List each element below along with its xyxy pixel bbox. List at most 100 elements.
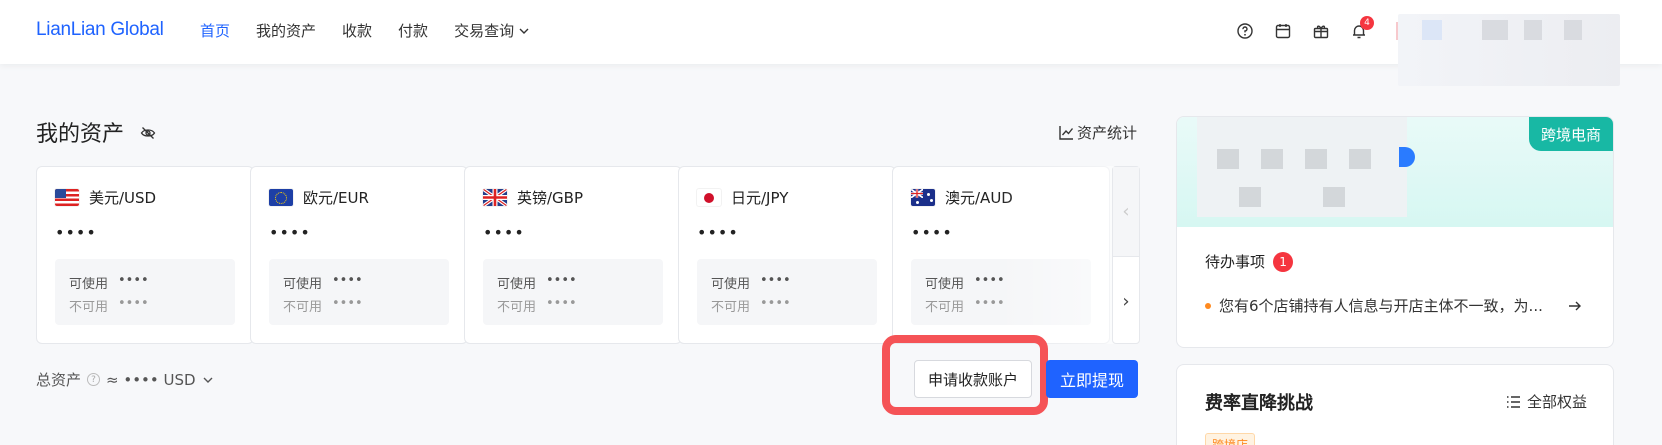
account-info-blurred[interactable] bbox=[1197, 117, 1407, 217]
total-assets-label: 总资产 bbox=[36, 371, 82, 389]
card-scroll-controls: ‹ › bbox=[1112, 166, 1140, 344]
nav-my-assets[interactable]: 我的资产 bbox=[256, 20, 316, 41]
todo-item-text: 您有6个店铺持有人信息与开店主体不一致，为... bbox=[1219, 297, 1543, 315]
nav-pay[interactable]: 付款 bbox=[398, 20, 428, 41]
top-header: LianLian Global 首页 我的资产 收款 付款 交易查询 4 bbox=[0, 0, 1662, 86]
available-label: 可使用 bbox=[497, 277, 537, 292]
currency-card-eur[interactable]: 欧元/EUR •••• 可使用 •••• 不可用 •••• bbox=[250, 166, 468, 344]
chevron-down-icon bbox=[519, 28, 529, 34]
us-flag-icon bbox=[55, 189, 79, 206]
unavailable-value: •••• bbox=[760, 296, 791, 311]
all-benefits-link[interactable]: 全部权益 bbox=[1506, 391, 1587, 412]
help-circle-icon[interactable] bbox=[1236, 22, 1254, 40]
currency-amount: •••• bbox=[697, 223, 739, 242]
currency-card-gbp[interactable]: 英镑/GBP •••• 可使用 •••• 不可用 •••• bbox=[464, 166, 682, 344]
currency-name: 美元/USD bbox=[89, 189, 157, 207]
unavailable-label: 不可用 bbox=[497, 300, 537, 315]
chevron-left-icon: ‹ bbox=[1122, 201, 1130, 222]
available-value: •••• bbox=[546, 273, 577, 288]
promo-panel: 费率直降挑战 全部权益 跨境店 bbox=[1176, 364, 1614, 445]
asset-statistics-link[interactable]: 资产统计 bbox=[1058, 122, 1137, 143]
cross-border-store-tag: 跨境店 bbox=[1205, 433, 1256, 445]
currency-card-usd[interactable]: 美元/USD •••• 可使用 •••• 不可用 •••• bbox=[36, 166, 254, 344]
unavailable-value: •••• bbox=[974, 296, 1005, 311]
unavailable-value: •••• bbox=[118, 296, 149, 311]
cross-border-ecommerce-tag: 跨境电商 bbox=[1528, 117, 1613, 151]
currency-amount: •••• bbox=[269, 223, 311, 242]
unavailable-label: 不可用 bbox=[925, 300, 965, 315]
todo-count-badge: 1 bbox=[1273, 251, 1294, 272]
list-icon bbox=[1506, 395, 1520, 408]
account-panel: 跨境电商 待办事项 1 您有6个店铺持有人信息与开店主体不一致，为... bbox=[1176, 116, 1614, 348]
total-assets-value: ≈ •••• USD bbox=[106, 370, 196, 389]
currency-card-jpy[interactable]: 日元/JPY •••• 可使用 •••• 不可用 •••• bbox=[678, 166, 896, 344]
available-value: •••• bbox=[118, 273, 149, 288]
todo-header: 待办事项 1 bbox=[1205, 251, 1294, 272]
available-value: •••• bbox=[974, 273, 1005, 288]
promo-title: 费率直降挑战 bbox=[1205, 393, 1313, 414]
jp-flag-icon bbox=[697, 189, 721, 206]
balance-breakdown: 可使用 •••• 不可用 •••• bbox=[697, 259, 877, 325]
unavailable-label: 不可用 bbox=[711, 300, 751, 315]
withdraw-now-button[interactable]: 立即提现 bbox=[1046, 360, 1138, 398]
available-label: 可使用 bbox=[283, 277, 323, 292]
balance-breakdown: 可使用 •••• 不可用 •••• bbox=[483, 259, 663, 325]
calendar-icon[interactable] bbox=[1274, 22, 1292, 40]
available-label: 可使用 bbox=[711, 277, 751, 292]
unavailable-label: 不可用 bbox=[69, 300, 109, 315]
unavailable-label: 不可用 bbox=[283, 300, 323, 315]
available-value: •••• bbox=[332, 273, 363, 288]
help-icon[interactable]: ? bbox=[87, 373, 101, 386]
available-label: 可使用 bbox=[925, 277, 965, 292]
currency-name: 日元/JPY bbox=[731, 189, 789, 207]
currency-name: 欧元/EUR bbox=[303, 189, 369, 207]
nav-home[interactable]: 首页 bbox=[200, 20, 230, 41]
balance-breakdown: 可使用 •••• 不可用 •••• bbox=[269, 259, 449, 325]
todo-dot bbox=[1205, 302, 1211, 309]
arrow-right-icon bbox=[1569, 301, 1581, 310]
currency-header: 日元/JPY bbox=[697, 187, 788, 208]
bell-icon[interactable]: 4 bbox=[1350, 16, 1374, 40]
scroll-right-button[interactable]: › bbox=[1113, 257, 1139, 345]
currency-header: 澳元/AUD bbox=[911, 187, 1013, 208]
line-chart-icon bbox=[1059, 126, 1074, 140]
eye-off-icon[interactable] bbox=[140, 125, 156, 141]
eu-flag-icon bbox=[269, 189, 293, 206]
currency-header: 英镑/GBP bbox=[483, 187, 583, 208]
available-label: 可使用 bbox=[69, 277, 109, 292]
currency-name: 澳元/AUD bbox=[945, 189, 1013, 207]
user-info-blurred[interactable] bbox=[1398, 14, 1620, 86]
main-nav: 首页 我的资产 收款 付款 交易查询 bbox=[200, 20, 530, 41]
currency-amount: •••• bbox=[483, 223, 525, 242]
currency-header: 欧元/EUR bbox=[269, 187, 369, 208]
apply-receiving-account-button[interactable]: 申请收款账户 bbox=[914, 360, 1032, 398]
currency-name: 英镑/GBP bbox=[517, 189, 584, 207]
chevron-right-icon: › bbox=[1122, 290, 1130, 312]
nav-transaction-query[interactable]: 交易查询 bbox=[454, 20, 530, 41]
currency-amount: •••• bbox=[911, 223, 953, 242]
currency-card-aud[interactable]: 澳元/AUD •••• 可使用 •••• 不可用 •••• bbox=[892, 166, 1110, 344]
scroll-left-button[interactable]: ‹ bbox=[1113, 167, 1139, 256]
balance-breakdown: 可使用 •••• 不可用 •••• bbox=[911, 259, 1091, 325]
available-value: •••• bbox=[760, 273, 791, 288]
all-benefits-label: 全部权益 bbox=[1526, 393, 1587, 411]
notification-badge: 4 bbox=[1360, 16, 1374, 30]
unavailable-value: •••• bbox=[332, 296, 363, 311]
unavailable-value: •••• bbox=[546, 296, 577, 311]
todo-item[interactable]: 您有6个店铺持有人信息与开店主体不一致，为... bbox=[1205, 295, 1595, 316]
todo-title: 待办事项 bbox=[1205, 253, 1266, 271]
asset-statistics-label: 资产统计 bbox=[1077, 124, 1138, 142]
chevron-down-icon[interactable] bbox=[202, 374, 214, 386]
nav-transaction-query-label: 交易查询 bbox=[454, 22, 515, 40]
gift-icon[interactable] bbox=[1312, 22, 1330, 40]
balance-breakdown: 可使用 •••• 不可用 •••• bbox=[55, 259, 235, 325]
header-icons: 4 bbox=[1236, 16, 1374, 40]
au-flag-icon bbox=[911, 189, 935, 206]
currency-amount: •••• bbox=[55, 223, 97, 242]
nav-receive[interactable]: 收款 bbox=[342, 20, 372, 41]
currency-header: 美元/USD bbox=[55, 187, 156, 208]
total-assets: 总资产 ? ≈ •••• USD bbox=[36, 369, 214, 390]
lianlian-logo[interactable]: LianLian Global bbox=[36, 19, 164, 41]
gb-flag-icon bbox=[483, 189, 507, 206]
my-assets-title: 我的资产 bbox=[36, 122, 125, 147]
